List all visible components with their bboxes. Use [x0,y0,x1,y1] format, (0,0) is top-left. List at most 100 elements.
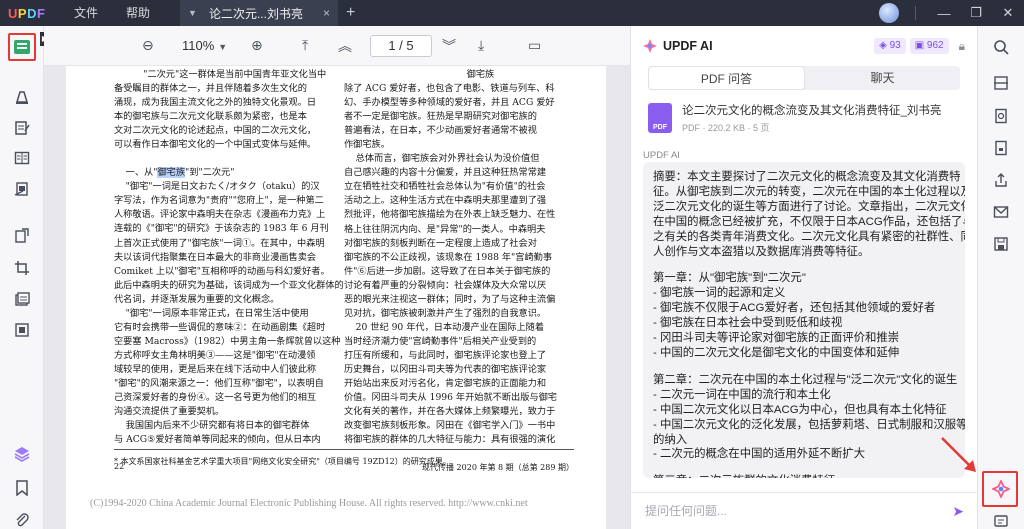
protect-pdf-icon[interactable] [991,138,1011,158]
document-line: 人称敬语。评论家中森明夫在杂志《漫画布力克》上 [114,209,326,221]
document-line: Comiket 上以"御宅"互相称呼的动画与科幻爱好者。 [114,265,330,277]
ai-response-line: 之有关的各类青年消费文化。二次元文化具有紧密的社群性、同 [653,230,965,243]
ai-response-line: - 二次元的概念在中国的适用外延不断扩大 [653,448,865,461]
document-tab[interactable]: ▼ 论二次元...刘书亮 × [180,0,339,26]
ai-response-line: 泛二次元文化的诞生等方面进行了讨论。文章指出，二次元文化 [653,200,965,213]
document-line: 者不一定是御宅族。狂热是早期研究对御宅族的 [344,111,537,123]
tab-dropdown-icon[interactable]: ▼ [188,8,197,18]
document-line: 自己感兴趣的内容十分偏爱，并且这种狂热常常建 [344,167,547,179]
previous-page-icon[interactable]: ︽ [338,36,352,56]
document-line: 可以看作日本御宅文化的一个中国式变体与延伸。 [114,139,317,151]
edit-pdf-icon[interactable] [12,118,32,138]
document-viewer[interactable]: "二次元"这一群体是当前中国青年亚文化当中 备受瞩目的群体之一，并且伴随着多次生文… [44,66,630,529]
ai-panel-header: UPDF AI ◈ 93 ▣ 962 🔒︎ [631,26,977,66]
layers-icon[interactable] [12,444,32,464]
file-card[interactable]: PDF 论二次元文化的概念流变及其文化消费特征_刘书亮 PDF · 220.2 … [648,98,960,138]
document-line: 作御宅族。 [344,139,390,151]
document-line: 烈批评，他将御宅族描绘为在外表上缺乏魅力、在性 [344,209,556,221]
updf-logo: UPDF [8,5,46,21]
minimize-icon[interactable]: — [928,6,960,21]
document-line: 20 世纪 90 年代，日本动漫产业在国际上随着 [344,321,545,333]
email-icon[interactable] [991,202,1011,222]
document-line: 与 ACG⑤爱好者简单等同起来的倾向，但从日本内 [114,434,321,446]
zoom-in-icon[interactable]: ⊕ [251,37,263,54]
ai-response-line [653,259,955,271]
convert-icon[interactable] [12,226,32,246]
ai-response-line: 人创作与文本盗猎以及数据库消费等特征。 [653,245,870,258]
document-line: 空要塞 Macross》（1982）中男主角一条辉就曾以这种 [114,335,341,347]
protect-icon[interactable] [12,289,32,309]
next-page-icon[interactable]: ︾ [442,36,456,56]
close-window-icon[interactable]: ✕ [992,5,1024,21]
reader-mode-icon[interactable] [12,37,32,57]
chat-icon[interactable] [991,512,1011,529]
document-line: 御宅族 [344,69,495,80]
close-tab-icon[interactable]: × [323,6,330,20]
presentation-icon[interactable]: ▭ [528,37,541,54]
last-page-icon[interactable]: ⤓ [478,37,484,54]
restore-icon[interactable]: ❐ [960,5,992,21]
lock-icon[interactable]: 🔒︎ [959,39,965,54]
updf-ai-icon[interactable] [991,479,1011,499]
ai-response-line: - 冈田斗司夫等评论家对御宅族的正面评价和推崇 [653,332,900,345]
question-input[interactable] [645,504,953,518]
ai-response-line: 征。从御宅族到二次元的转变，二次元在中国的本土化过程以及 [653,185,965,198]
document-line: 备受瞩目的群体之一，并且伴随着多次生文化的 [114,83,307,95]
ai-response: 摘要：本文主要探讨了二次元文化的概念流变及其文化消费特 征。从御宅族到二次元的转变… [643,162,965,478]
ai-response-line: - 二次元一词在中国的流行和本土化 [653,388,831,401]
document-line: "御宅"一词是日文おたく/オタク（otaku）的汉 [114,181,320,193]
document-line: 对御宅族的刻板判断在一定程度上造成了社会对 [344,237,537,249]
document-line: "御宅"的风潮来源之一：他们互称"御宅"，以表明自 [114,377,324,389]
bookmark-icon[interactable] [12,478,32,498]
first-page-icon[interactable]: ⤒ [302,37,308,54]
document-line: "御宅"一词原本非常正式，在日常生活中使用 [114,307,309,319]
new-tab-button[interactable]: + [346,4,355,22]
document-line: 普遍看法，在日本，不少动画爱好者通常不被视 [344,125,537,137]
page-number-input[interactable]: 1 / 5 [370,34,432,57]
highlighted-text[interactable]: 御宅族 [157,167,186,179]
ai-response-line: - 御宅族一词的起源和定义 [653,287,786,300]
document-line: 一、从"御宅族"到"二次元" [114,167,235,179]
zoom-out-icon[interactable]: ⊖ [142,37,154,54]
tab-pdf-qa[interactable]: PDF 问答 [648,66,805,90]
organize-pages-icon[interactable] [12,148,32,168]
ai-response-line: 在中国的概念已经被扩充，不仅限于日本ACG作品，还包括了与 [653,215,965,228]
ai-response-line: - 御宅族在日本社会中受到贬低和歧视 [653,317,843,330]
ai-response-line: - 中国二次元文化以日本ACG为中心，但也具有本土化特征 [653,403,947,416]
crop-icon[interactable] [12,258,32,278]
document-line: 立在牺牲社交和牺牲社会总体认为"有价值"的社会 [344,181,546,193]
document-line: 文对二次元文化的论述起点，中国的二次元文化， [114,125,317,137]
tab-title: 论二次元...刘书亮 [208,6,303,21]
search-icon[interactable] [991,37,1011,57]
document-line: 总体而言，御宅族会对外界社会认为没价值但 [344,153,540,165]
document-line: 除了 ACG 爱好者，也包含了电影、铁道与列车、科 [344,83,555,95]
document-line: 历史舞台，以冈田斗司夫等为代表的御宅族评论家 [344,363,547,375]
convert-pdf-icon[interactable] [991,106,1011,126]
menu-help[interactable]: 帮助 [112,0,164,26]
page-footer: 22 现代传播 2020 年第 8 期（总第 289 期） [114,462,574,473]
zoom-select[interactable]: 110% ▼ [182,38,227,53]
form-icon[interactable] [12,179,32,199]
menu-file[interactable]: 文件 [60,0,112,26]
ocr-icon[interactable] [991,73,1011,93]
user-avatar[interactable] [879,3,899,23]
document-line: 格上往往阴沉内向、是"异常"的一类人。中森明夫 [344,223,546,235]
document-line: 我国国内后来不少研究都有将日本的御宅群体 [114,420,310,432]
document-line: 代名词，并逐渐发展为重要的文化概念。 [114,293,280,305]
stamp-icon[interactable] [12,320,32,340]
document-line: 开始站出来反对污名化，肯定御宅族的正面能力和 [344,378,547,390]
comment-icon[interactable] [12,87,32,107]
zoom-dropdown-icon: ▼ [218,42,228,52]
document-line: 此后中森明夫的研究为基础，该词成为一个亚文化群体的 [114,279,344,291]
share-icon[interactable] [991,170,1011,190]
tab-chat[interactable]: 聊天 [805,66,960,90]
zoom-value: 110% [182,38,215,53]
ai-response-line: 的纳入 [653,433,688,446]
send-icon[interactable]: ➤ [952,503,964,520]
document-line: 御宅族的不公正歧视，该现象在 1988 年"宫崎勤事 [344,251,553,263]
ai-response-line: - 中国的二次元文化是御宅文化的中国变体和延伸 [653,346,900,359]
attachment-icon[interactable] [12,510,32,529]
document-line: 恶的眼光来注视这一群体；同时，为了与这种主流偏 [344,293,556,305]
save-icon[interactable] [991,234,1011,254]
